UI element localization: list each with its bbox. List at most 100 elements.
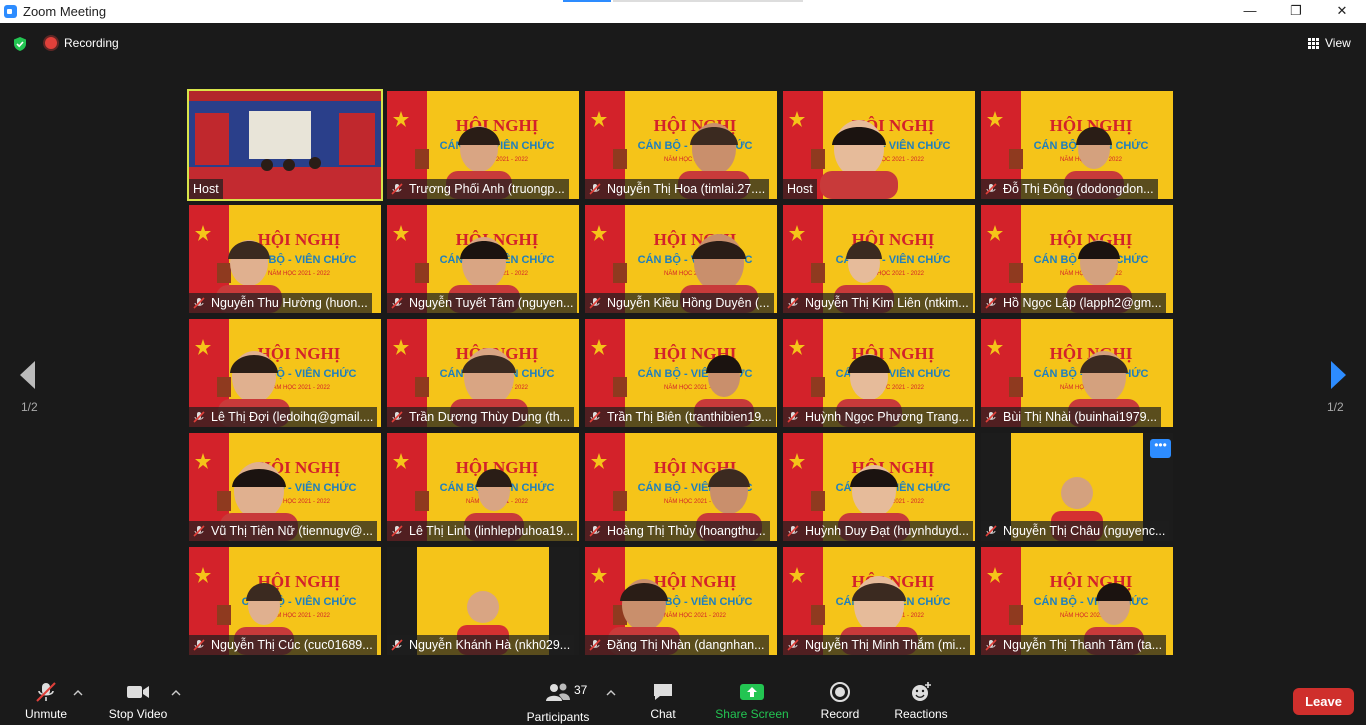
participant-name-label: Trần Dương Thùy Dung (th... [387,407,575,427]
participant-name: Host [787,182,813,196]
microphone-muted-icon [589,297,601,309]
participants-options-caret-icon[interactable] [606,688,616,698]
participants-icon [546,683,570,701]
video-camera-icon [127,686,149,698]
participant-tile[interactable]: HỘI NGHỊCÁN BỘ - VIÊN CHỨCNĂM HỌC 2021 -… [585,433,777,541]
participant-tile[interactable]: HỘI NGHỊCÁN BỘ - VIÊN CHỨCNĂM HỌC 2021 -… [783,91,975,199]
participant-tile[interactable]: HỘI NGHỊCÁN BỘ - VIÊN CHỨCNĂM HỌC 2021 -… [189,319,381,427]
participant-tile[interactable]: HỘI NGHỊCÁN BỘ - VIÊN CHỨCNĂM HỌC 2021 -… [585,205,777,313]
participant-name-label: Nguyễn Thị Thanh Tâm (ta... [981,635,1167,655]
participant-name-label: Nguyễn Tuyết Tâm (nguyen... [387,293,578,313]
participant-tile[interactable]: HỘI NGHỊCÁN BỘ - VIÊN CHỨCNĂM HỌC 2021 -… [585,547,777,655]
microphone-muted-icon [391,639,403,651]
participant-tile[interactable]: HỘI NGHỊCÁN BỘ - VIÊN CHỨCNĂM HỌC 2021 -… [387,319,579,427]
participant-name: Nguyễn Thị Cúc (cuc01689... [211,638,373,652]
record-button[interactable]: Record [816,681,864,721]
prev-page-arrow-icon[interactable] [18,360,38,390]
participant-tile[interactable]: HỘI NGHỊCÁN BỘ - VIÊN CHỨCNĂM HỌC 2021 -… [387,433,579,541]
participant-tile[interactable]: HỘI NGHỊCÁN BỘ - VIÊN CHỨCNĂM HỌC 2021 -… [981,205,1173,313]
participant-tile[interactable]: Nguyễn Thị Châu (nguyenc... [981,433,1173,541]
grid-icon [1308,38,1319,49]
share-screen-button[interactable]: Share Screen [712,681,792,721]
participant-tile[interactable]: HỘI NGHỊCÁN BỘ - VIÊN CHỨCNĂM HỌC 2021 -… [783,433,975,541]
smiley-plus-icon [912,682,931,701]
chat-icon [654,684,672,700]
participant-tile[interactable]: HỘI NGHỊCÁN BỘ - VIÊN CHỨCNĂM HỌC 2021 -… [189,433,381,541]
recording-label[interactable]: Recording [64,36,119,50]
maximize-button[interactable]: ❐ [1273,0,1319,23]
microphone-muted-icon [589,411,601,423]
microphone-muted-icon [787,297,799,309]
participant-name: Trương Phối Anh (truongp... [409,182,565,196]
participant-name-label: Nguyễn Thị Châu (nguyenc... [981,521,1170,541]
participant-tile[interactable]: HỘI NGHỊCÁN BỘ - VIÊN CHỨCNĂM HỌC 2021 -… [981,319,1173,427]
more-options-button[interactable]: ••• [1150,439,1171,458]
participant-name: Hoàng Thị Thủy (hoangthu... [607,524,766,538]
svg-text:NĂM HỌC 2021 - 2022: NĂM HỌC 2021 - 2022 [268,384,331,391]
participant-name: Nguyễn Thu Hường (huon... [211,296,368,310]
page-indicator-left: 1/2 [21,400,38,414]
stop-video-button[interactable]: Stop Video [104,681,172,721]
participant-name-label: Nguyễn Thị Minh Thắm (mi... [783,635,970,655]
participant-tile[interactable]: HỘI NGHỊCÁN BỘ - VIÊN CHỨCNĂM HỌC 2021 -… [981,91,1173,199]
minimize-button[interactable]: — [1227,0,1273,23]
participants-button[interactable]: 37 Participants [524,681,592,724]
chat-button[interactable]: Chat [640,681,686,721]
participant-name: Lê Thị Linh (linhlephuhoa19... [409,524,574,538]
zoom-app-icon [4,5,17,18]
participant-tile[interactable]: HỘI NGHỊCÁN BỘ - VIÊN CHỨCNĂM HỌC 2021 -… [585,319,777,427]
audio-options-caret-icon[interactable] [73,688,83,698]
participant-name-label: Nguyễn Kiều Hồng Duyên (... [585,293,774,313]
svg-text:NĂM HỌC 2021 - 2022: NĂM HỌC 2021 - 2022 [664,612,727,619]
reactions-button[interactable]: Reactions [890,681,952,721]
participant-name-label: Host [783,179,817,199]
page-indicator-right: 1/2 [1327,400,1344,414]
participant-tile[interactable]: HỘI NGHỊCÁN BỘ - VIÊN CHỨCNĂM HỌC 2021 -… [189,205,381,313]
microphone-muted-icon [985,525,997,537]
participant-tile[interactable]: HỘI NGHỊCÁN BỘ - VIÊN CHỨCNĂM HỌC 2021 -… [387,91,579,199]
video-options-caret-icon[interactable] [171,688,181,698]
microphone-muted-icon [391,297,403,309]
participant-name: Huỳnh Duy Đạt (huynhduyd... [805,524,969,538]
svg-text:NĂM HỌC 2021 - 2022: NĂM HỌC 2021 - 2022 [268,270,331,277]
shield-icon[interactable] [12,36,28,52]
participant-name: Đặng Thị Nhàn (dangnhan... [607,638,765,652]
participant-tile[interactable]: HỘI NGHỊCÁN BỘ - VIÊN CHỨCNĂM HỌC 2021 -… [783,547,975,655]
recording-icon[interactable] [45,37,57,49]
participant-name: Nguyễn Thị Kim Liên (ntkim... [805,296,969,310]
participant-name: Hồ Ngọc Lập (lapph2@gm... [1003,296,1162,310]
participant-tile[interactable]: HỘI NGHỊCÁN BỘ - VIÊN CHỨCNĂM HỌC 2021 -… [387,205,579,313]
tab-indicator [563,0,611,2]
tab-indicator-secondary [613,0,803,2]
participant-name-label: Nguyễn Khánh Hà (nkh029... [387,635,575,655]
video-gallery: HostHỘI NGHỊCÁN BỘ - VIÊN CHỨCNĂM HỌC 20… [187,89,1177,659]
microphone-muted-icon [36,682,56,702]
microphone-muted-icon [391,183,403,195]
participant-tile[interactable]: Nguyễn Khánh Hà (nkh029... [387,547,579,655]
participant-name: Trần Dương Thùy Dung (th... [409,410,571,424]
participant-tile[interactable]: HỘI NGHỊCÁN BỘ - VIÊN CHỨCNĂM HỌC 2021 -… [981,547,1173,655]
unmute-label: Unmute [24,707,68,721]
participant-name-label: Bùi Thị Nhài (buinhai1979... [981,407,1162,427]
participant-name-label: Lê Thị Linh (linhlephuhoa19... [387,521,578,541]
participant-name: Nguyễn Thị Hoa (timlai.27.... [607,182,766,196]
unmute-button[interactable]: Unmute [18,681,74,721]
next-page-arrow-icon[interactable] [1328,360,1348,390]
share-screen-icon [740,684,764,700]
participant-tile[interactable]: HỘI NGHỊCÁN BỘ - VIÊN CHỨCNĂM HỌC 2021 -… [189,547,381,655]
chat-label: Chat [650,707,676,721]
participant-tile[interactable]: HỘI NGHỊCÁN BỘ - VIÊN CHỨCNĂM HỌC 2021 -… [783,319,975,427]
view-button[interactable]: View [1303,33,1359,53]
participant-tile[interactable]: Host [187,89,383,201]
participant-name-label: Nguyễn Thị Kim Liên (ntkim... [783,293,973,313]
participant-tile[interactable]: HỘI NGHỊCÁN BỘ - VIÊN CHỨCNĂM HỌC 2021 -… [783,205,975,313]
participant-name-label: Nguyễn Thị Cúc (cuc01689... [189,635,377,655]
participant-tile[interactable]: HỘI NGHỊCÁN BỘ - VIÊN CHỨCNĂM HỌC 2021 -… [585,91,777,199]
participant-name: Huỳnh Ngọc Phương Trang... [805,410,969,424]
microphone-muted-icon [391,525,403,537]
microphone-muted-icon [787,639,799,651]
leave-button[interactable]: Leave [1293,688,1354,715]
participant-name: Nguyễn Thị Thanh Tâm (ta... [1003,638,1163,652]
close-button[interactable]: ✕ [1319,0,1365,23]
participant-name: Nguyễn Tuyết Tâm (nguyen... [409,296,574,310]
